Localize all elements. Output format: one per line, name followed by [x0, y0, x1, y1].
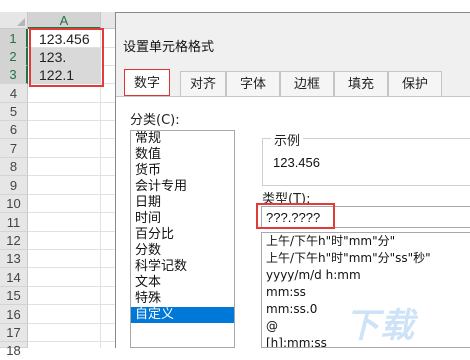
category-item[interactable]: 常规: [131, 131, 234, 147]
format-item[interactable]: yyyy/m/d h:mm: [262, 267, 470, 284]
category-list[interactable]: 常规 数值 货币 会计专用 日期 时间 百分比 分数 科学记数 文本 特殊 自定…: [130, 130, 235, 348]
column-header-a[interactable]: A: [28, 12, 101, 29]
row-header-1[interactable]: 1: [0, 29, 28, 48]
row-header-4[interactable]: 4: [0, 84, 28, 103]
row-header-17[interactable]: 17: [0, 324, 28, 342]
category-item[interactable]: 分数: [131, 243, 234, 259]
row-header-5[interactable]: 5: [0, 103, 28, 121]
type-highlight-box: [256, 203, 335, 229]
cells-highlight-box: [29, 28, 104, 87]
category-item[interactable]: 文本: [131, 275, 234, 291]
category-item[interactable]: 百分比: [131, 227, 234, 243]
category-item[interactable]: 货币: [131, 163, 234, 179]
row-header-13[interactable]: 13: [0, 250, 28, 268]
row-header-11[interactable]: 11: [0, 213, 28, 232]
row-header-14[interactable]: 14: [0, 268, 28, 287]
category-item[interactable]: 日期: [131, 195, 234, 211]
category-item-selected[interactable]: 自定义: [131, 307, 234, 323]
row-header-8[interactable]: 8: [0, 158, 28, 176]
tab-font[interactable]: 字体: [226, 71, 280, 96]
row-header-10[interactable]: 10: [0, 195, 28, 213]
row-header-3[interactable]: 3: [0, 66, 28, 84]
tab-protection[interactable]: 保护: [388, 71, 442, 96]
tab-alignment[interactable]: 对齐: [180, 71, 226, 96]
sample-group: 示例 123.456: [262, 130, 470, 186]
category-item[interactable]: 数值: [131, 147, 234, 163]
category-item[interactable]: 科学记数: [131, 259, 234, 275]
sample-value: 123.456: [273, 155, 320, 170]
row-header-6[interactable]: 6: [0, 121, 28, 139]
dialog-title: 设置单元格格式: [123, 40, 215, 55]
row-header-7[interactable]: 7: [0, 139, 28, 158]
watermark-text: 下载: [345, 306, 415, 346]
tab-number[interactable]: 数字: [124, 69, 170, 96]
row-header-16[interactable]: 16: [0, 305, 28, 324]
format-item[interactable]: 上午/下午h"时"mm"分": [262, 233, 470, 250]
row-header-12[interactable]: 12: [0, 232, 28, 250]
sample-label: 示例: [271, 130, 304, 149]
row-header-2[interactable]: 2: [0, 48, 28, 66]
row-header-9[interactable]: 9: [0, 176, 28, 195]
category-label: 分类(C):: [130, 113, 180, 128]
category-item[interactable]: 会计专用: [131, 179, 234, 195]
tab-border[interactable]: 边框: [280, 71, 334, 96]
row-header-18[interactable]: 18: [0, 342, 28, 358]
format-item[interactable]: 上午/下午h"时"mm"分"ss"秒": [262, 250, 470, 267]
category-item[interactable]: 特殊: [131, 291, 234, 307]
row-header-15[interactable]: 15: [0, 287, 28, 305]
tab-fill[interactable]: 填充: [334, 71, 388, 96]
select-all-corner[interactable]: [0, 12, 28, 29]
category-item[interactable]: 时间: [131, 211, 234, 227]
